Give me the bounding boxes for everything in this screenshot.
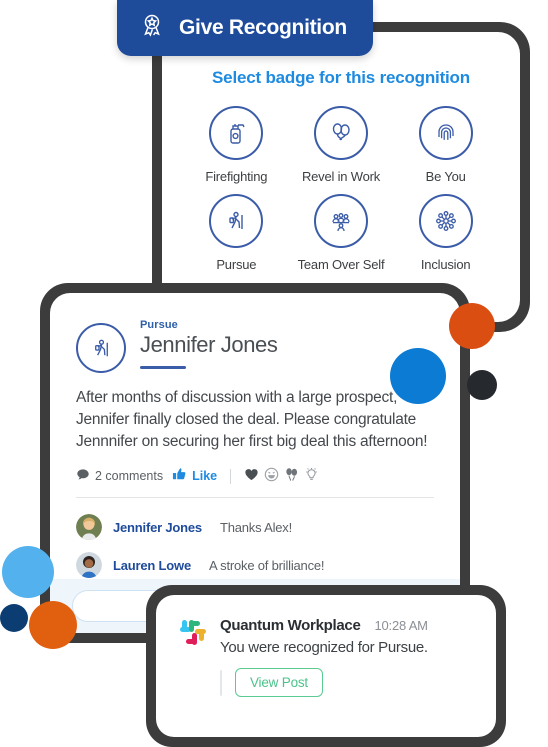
avatar xyxy=(76,552,102,578)
toast-message: You were recognized for Pursue. xyxy=(220,639,428,656)
toast-timestamp: 10:28 AM xyxy=(374,618,428,633)
comment-bubble-icon xyxy=(76,468,90,485)
illustration-stage: Select badge for this recognition Firefi… xyxy=(0,0,548,747)
comment-list: Jennifer Jones Thanks Alex! Lauren Lowe … xyxy=(76,498,434,584)
give-recognition-label: Give Recognition xyxy=(179,16,347,39)
badge-picker-panel: Select badge for this recognition Firefi… xyxy=(162,32,520,322)
badge-option-firefighting[interactable]: Firefighting xyxy=(184,106,289,184)
post-header-text: Pursue Jennifer Jones xyxy=(140,319,278,369)
list-item: Jennifer Jones Thanks Alex! xyxy=(76,508,434,546)
fingerprint-icon xyxy=(418,106,473,160)
slack-logo-icon xyxy=(180,620,206,646)
toast-content: Quantum Workplace 10:28 AM You were reco… xyxy=(220,617,428,697)
post-underline xyxy=(140,366,186,369)
slack-notification-panel: Quantum Workplace 10:28 AM You were reco… xyxy=(156,595,496,737)
like-label: Like xyxy=(192,469,218,483)
post-action-bar: 2 comments Like xyxy=(76,467,434,485)
toast-app-name: Quantum Workplace xyxy=(220,617,361,634)
comments-count-label: 2 comments xyxy=(95,469,164,483)
like-button[interactable]: Like xyxy=(172,467,217,485)
reaction-list xyxy=(244,467,319,485)
navy-circle-left xyxy=(0,604,28,632)
comment-author[interactable]: Lauren Lowe xyxy=(113,558,191,573)
comment-text: Thanks Alex! xyxy=(219,519,292,535)
fire-extinguisher-icon xyxy=(209,106,264,160)
badge-option-revel-in-work[interactable]: Revel in Work xyxy=(289,106,394,184)
orange-circle-right xyxy=(449,303,495,349)
hiker-icon xyxy=(209,194,264,248)
badge-label: Inclusion xyxy=(420,257,471,272)
toast-action-row: View Post xyxy=(220,668,428,697)
comment-author[interactable]: Jennifer Jones xyxy=(113,520,202,535)
network-nodes-icon xyxy=(418,194,473,248)
orange-circle-left xyxy=(29,601,77,649)
hiker-icon xyxy=(76,323,126,373)
lightbulb-icon[interactable] xyxy=(304,467,319,485)
dark-circle-right xyxy=(467,370,497,400)
badge-label: Revel in Work xyxy=(301,169,381,184)
view-post-button[interactable]: View Post xyxy=(235,668,323,697)
recognition-post-panel: Pursue Jennifer Jones After months of di… xyxy=(50,293,460,633)
toast-accent-bar xyxy=(220,669,222,696)
badge-option-inclusion[interactable]: Inclusion xyxy=(393,194,498,272)
comment-text: A stroke of brilliance! xyxy=(208,557,325,573)
heart-icon[interactable] xyxy=(244,467,259,485)
badge-option-be-you[interactable]: Be You xyxy=(393,106,498,184)
grinning-face-icon[interactable] xyxy=(264,467,279,485)
comments-button[interactable]: 2 comments xyxy=(76,468,163,485)
award-ribbon-icon xyxy=(137,11,167,46)
slack-toast: Quantum Workplace 10:28 AM You were reco… xyxy=(156,595,496,697)
avatar xyxy=(76,514,102,540)
thumbs-up-icon xyxy=(172,467,187,485)
balloons-icon xyxy=(313,106,368,160)
post-body-text: After months of discussion with a large … xyxy=(76,389,428,450)
recognition-post: Pursue Jennifer Jones After months of di… xyxy=(50,293,460,584)
post-header: Pursue Jennifer Jones xyxy=(76,319,434,373)
toast-header: Quantum Workplace 10:28 AM xyxy=(220,617,428,634)
badge-label: Team Over Self xyxy=(297,257,385,272)
action-divider xyxy=(230,468,232,484)
light-blue-circle-left xyxy=(2,546,54,598)
badge-option-pursue[interactable]: Pursue xyxy=(184,194,289,272)
balloons-icon[interactable] xyxy=(284,467,299,485)
give-recognition-button[interactable]: Give Recognition xyxy=(117,0,373,56)
badge-label: Firefighting xyxy=(205,169,268,184)
badge-option-team-over-self[interactable]: Team Over Self xyxy=(289,194,394,272)
badge-label: Pursue xyxy=(216,257,257,272)
badge-label: Be You xyxy=(425,169,466,184)
group-people-icon xyxy=(313,194,368,248)
blue-circle-right xyxy=(390,348,446,404)
badge-grid: Firefighting Revel in Work Be You Pursue… xyxy=(162,88,520,272)
post-badge-name: Pursue xyxy=(140,319,178,331)
post-recipient-name: Jennifer Jones xyxy=(140,332,278,357)
